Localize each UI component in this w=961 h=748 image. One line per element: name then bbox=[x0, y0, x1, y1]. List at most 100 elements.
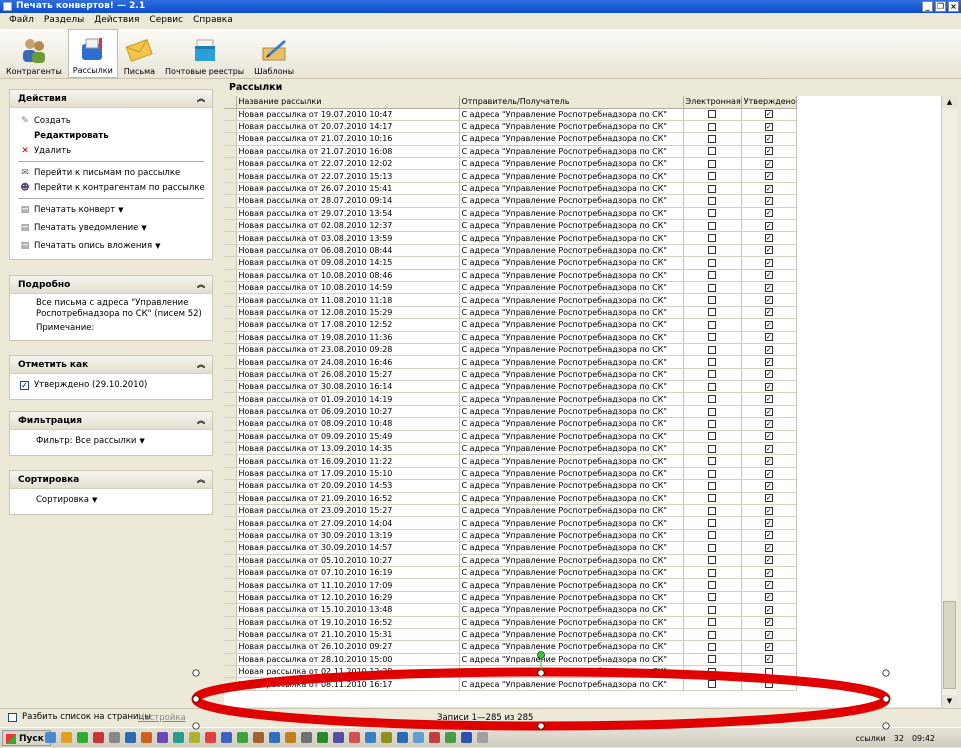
cell-electronic[interactable] bbox=[683, 108, 742, 121]
table-row[interactable]: Новая рассылка от 09.08.2010 14:15 С адре… bbox=[224, 256, 797, 270]
cell-electronic[interactable] bbox=[683, 145, 742, 159]
cell-approved[interactable]: ✓ bbox=[741, 343, 797, 357]
cell-electronic[interactable] bbox=[683, 566, 742, 580]
delete-action[interactable]: ✕ Удалить bbox=[10, 143, 212, 158]
cell-name[interactable]: Новая рассылка от 17.09.2010 15:10 bbox=[236, 467, 460, 481]
approved-checkbox[interactable]: ✓ bbox=[20, 380, 29, 390]
table-row[interactable]: Новая рассылка от 11.10.2010 17:09 С адре… bbox=[224, 578, 797, 592]
electronic-checkbox[interactable] bbox=[708, 444, 717, 453]
table-row[interactable]: Новая рассылка от 08.11.2010 16:17 С адре… bbox=[224, 677, 797, 691]
cell-electronic[interactable] bbox=[683, 392, 742, 406]
cell-electronic[interactable] bbox=[683, 306, 742, 320]
cell-approved[interactable]: ✓ bbox=[741, 207, 797, 221]
row-selector[interactable] bbox=[224, 430, 237, 444]
cell-approved[interactable]: ✓ bbox=[741, 392, 797, 406]
menu-actions[interactable]: Действия bbox=[89, 13, 144, 29]
row-selector[interactable] bbox=[224, 368, 237, 382]
cell-sender[interactable]: С адреса "Управление Роспотребнадзора по… bbox=[459, 554, 684, 567]
row-selector[interactable] bbox=[224, 194, 237, 208]
row-selector[interactable] bbox=[224, 306, 237, 320]
cell-sender[interactable]: С адреса "Управление Роспотребнадзора по… bbox=[459, 665, 684, 679]
electronic-checkbox[interactable] bbox=[708, 481, 717, 490]
cell-name[interactable]: Новая рассылка от 24.08.2010 16:46 bbox=[236, 355, 460, 369]
row-selector[interactable] bbox=[224, 269, 237, 282]
electronic-checkbox[interactable] bbox=[708, 134, 717, 143]
print-envelope-action[interactable]: ▤ Печатать конверт ▼ bbox=[10, 202, 212, 217]
electronic-checkbox[interactable] bbox=[708, 308, 717, 317]
cell-sender[interactable]: С адреса "Управление Роспотребнадзора по… bbox=[459, 306, 684, 320]
table-row[interactable]: Новая рассылка от 20.07.2010 14:17 С адре… bbox=[224, 120, 797, 134]
scroll-thumb[interactable] bbox=[943, 601, 956, 689]
row-selector[interactable] bbox=[224, 628, 237, 642]
electronic-checkbox[interactable] bbox=[708, 605, 717, 614]
table-row[interactable]: Новая рассылка от 23.09.2010 15:27 С адре… bbox=[224, 504, 797, 518]
cell-approved[interactable]: ✓ bbox=[741, 467, 797, 481]
cell-sender[interactable]: С адреса "Управление Роспотребнадзора по… bbox=[459, 343, 684, 357]
row-selector[interactable] bbox=[224, 677, 237, 691]
electronic-checkbox[interactable] bbox=[708, 196, 717, 205]
cell-sender[interactable]: С адреса "Управление Роспотребнадзора по… bbox=[459, 405, 684, 419]
approved-checkbox[interactable]: ✓ bbox=[764, 283, 773, 292]
approved-checkbox[interactable]: ✓ bbox=[764, 122, 773, 131]
cell-sender[interactable]: С адреса "Управление Роспотребнадзора по… bbox=[459, 108, 684, 121]
cell-electronic[interactable] bbox=[683, 219, 742, 233]
cell-sender[interactable]: С адреса "Управление Роспотребнадзора по… bbox=[459, 368, 684, 382]
table-row[interactable]: Новая рассылка от 09.09.2010 15:49 С адре… bbox=[224, 430, 797, 444]
table-row[interactable]: Новая рассылка от 05.10.2010 10:27 С адре… bbox=[224, 554, 797, 567]
cell-approved[interactable]: ✓ bbox=[741, 566, 797, 580]
table-row[interactable]: Новая рассылка от 19.08.2010 11:36 С адре… bbox=[224, 331, 797, 344]
electronic-checkbox[interactable] bbox=[708, 221, 717, 230]
table-row[interactable]: Новая рассылка от 06.09.2010 10:27 С адре… bbox=[224, 405, 797, 419]
cell-name[interactable]: Новая рассылка от 11.10.2010 17:09 bbox=[236, 578, 460, 592]
quicklaunch-icon[interactable] bbox=[445, 732, 456, 743]
approved-checkbox[interactable]: ✓ bbox=[764, 110, 773, 119]
table-row[interactable]: Новая рассылка от 19.07.2010 10:47 С адре… bbox=[224, 108, 797, 121]
cell-name[interactable]: Новая рассылка от 10.08.2010 08:46 bbox=[236, 269, 460, 282]
electronic-checkbox[interactable] bbox=[708, 296, 717, 305]
cell-name[interactable]: Новая рассылка от 23.08.2010 09:28 bbox=[236, 343, 460, 357]
sort-dropdown[interactable]: Сортировка ▼ bbox=[10, 489, 212, 505]
cell-electronic[interactable] bbox=[683, 529, 742, 543]
quicklaunch-icon[interactable] bbox=[173, 732, 184, 743]
cell-electronic[interactable] bbox=[683, 405, 742, 419]
quicklaunch-icon[interactable] bbox=[477, 732, 488, 743]
electronic-checkbox[interactable] bbox=[708, 667, 717, 676]
approved-checkbox[interactable]: ✓ bbox=[764, 593, 773, 602]
print-inventory-action[interactable]: ▤ Печатать опись вложения ▼ bbox=[10, 238, 212, 253]
table-row[interactable]: Новая рассылка от 13.09.2010 14:35 С адре… bbox=[224, 442, 797, 456]
column-header-sender[interactable]: Отправитель/Получатель bbox=[459, 96, 684, 109]
cell-sender[interactable]: С адреса "Управление Роспотребнадзора по… bbox=[459, 392, 684, 406]
table-row[interactable]: Новая рассылка от 12.08.2010 15:29 С адре… bbox=[224, 306, 797, 320]
cell-electronic[interactable] bbox=[683, 355, 742, 369]
toolbar-letters-button[interactable]: Письма bbox=[120, 29, 159, 78]
cell-name[interactable]: Новая рассылка от 16.09.2010 11:22 bbox=[236, 454, 460, 468]
electronic-checkbox[interactable] bbox=[708, 531, 717, 540]
electronic-checkbox[interactable] bbox=[708, 457, 717, 466]
approved-checkbox[interactable]: ✓ bbox=[764, 209, 773, 218]
approved-checkbox[interactable]: ✓ bbox=[764, 234, 773, 243]
cell-approved[interactable]: ✓ bbox=[741, 380, 797, 394]
cell-electronic[interactable] bbox=[683, 368, 742, 382]
cell-name[interactable]: Новая рассылка от 06.08.2010 08:44 bbox=[236, 244, 460, 258]
cell-electronic[interactable] bbox=[683, 677, 742, 691]
column-header-approved[interactable]: Утверждено bbox=[741, 96, 797, 109]
row-selector[interactable] bbox=[224, 653, 237, 667]
cell-approved[interactable]: ✓ bbox=[741, 108, 797, 121]
cell-electronic[interactable] bbox=[683, 467, 742, 481]
cell-electronic[interactable] bbox=[683, 442, 742, 456]
cell-name[interactable]: Новая рассылка от 21.10.2010 15:31 bbox=[236, 628, 460, 642]
cell-sender[interactable]: С адреса "Управление Роспотребнадзора по… bbox=[459, 529, 684, 543]
cell-electronic[interactable] bbox=[683, 603, 742, 617]
cell-name[interactable]: Новая рассылка от 09.09.2010 15:49 bbox=[236, 430, 460, 444]
electronic-checkbox[interactable] bbox=[708, 370, 717, 379]
electronic-checkbox[interactable] bbox=[708, 320, 717, 329]
cell-electronic[interactable] bbox=[683, 616, 742, 629]
quicklaunch-icon[interactable] bbox=[397, 732, 408, 743]
electronic-checkbox[interactable] bbox=[708, 246, 717, 255]
quicklaunch-icon[interactable] bbox=[381, 732, 392, 743]
approved-checkbox[interactable]: ✓ bbox=[764, 271, 773, 280]
electronic-checkbox[interactable] bbox=[708, 680, 717, 689]
cell-sender[interactable]: С адреса "Управление Роспотребнадзора по… bbox=[459, 504, 684, 518]
approved-checkbox[interactable]: ✓ bbox=[764, 134, 773, 143]
table-row[interactable]: Новая рассылка от 29.07.2010 13:54 С адре… bbox=[224, 207, 797, 221]
